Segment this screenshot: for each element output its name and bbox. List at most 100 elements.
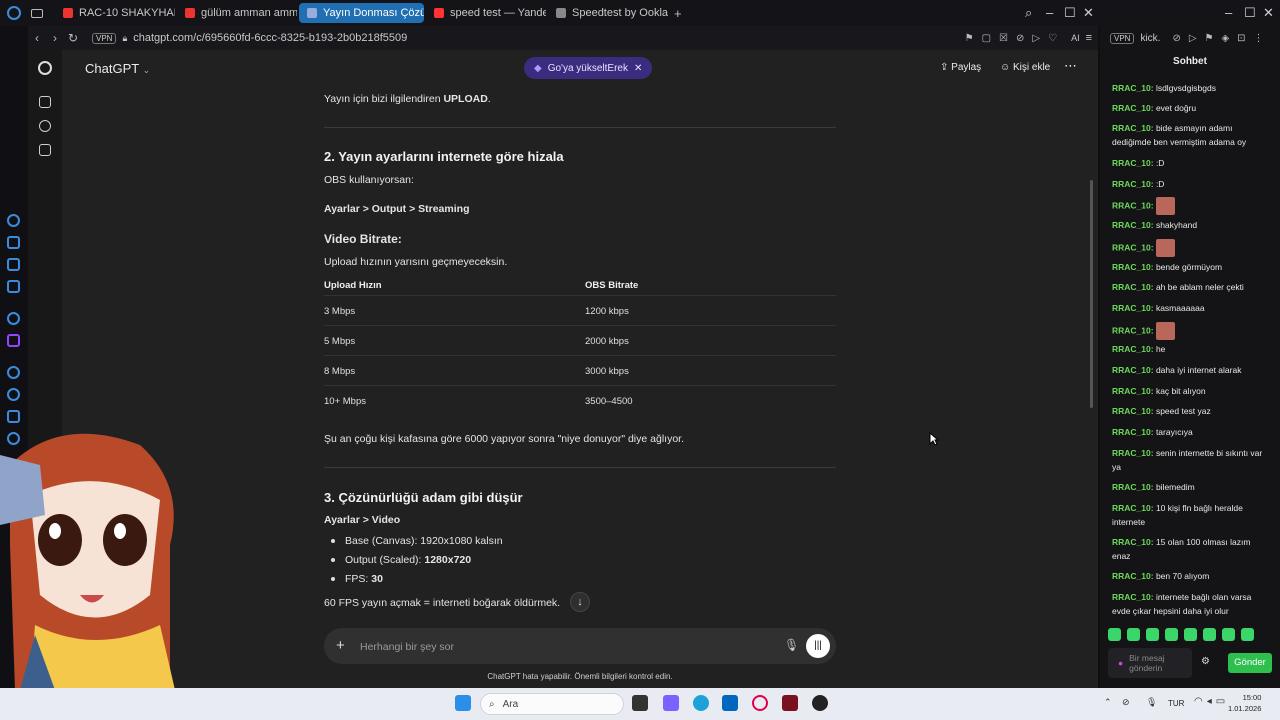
edge-icon[interactable] <box>693 695 709 711</box>
browser-tab[interactable]: speed test — Yandex: 204 <box>426 3 546 23</box>
maximize-icon[interactable]: ☐ <box>1064 5 1076 21</box>
windows-start-icon[interactable] <box>455 695 471 711</box>
emote-icon[interactable] <box>1165 628 1178 641</box>
chat-username[interactable]: RRAC_10: <box>1112 83 1154 93</box>
chat-username[interactable]: RRAC_10: <box>1112 200 1154 210</box>
panel-close-icon[interactable]: ✕ <box>1263 5 1274 21</box>
chat-username[interactable]: RRAC_10: <box>1112 406 1154 416</box>
chatgpt-sidebar-icon[interactable] <box>7 312 20 325</box>
vpn-badge[interactable]: VPN <box>92 32 117 44</box>
chat-username[interactable]: RRAC_10: <box>1112 303 1154 313</box>
mic-tray-icon[interactable]: 🎙︎ <box>1146 697 1157 708</box>
clock[interactable]: 15:00 1.01.2026 <box>1228 692 1261 714</box>
toolbar-icons[interactable]: ⚑▢☒⊘▷♡ <box>965 33 1065 44</box>
chat-username[interactable]: RRAC_10: <box>1112 592 1154 602</box>
chat-username[interactable]: RRAC_10: <box>1112 386 1154 396</box>
share-button[interactable]: ⇪ Paylaş <box>940 62 981 73</box>
emote-icon[interactable] <box>1108 628 1121 641</box>
chat-username[interactable]: RRAC_10: <box>1112 482 1154 492</box>
chat-username[interactable]: RRAC_10: <box>1112 123 1154 133</box>
mic-icon[interactable]: ● <box>1118 658 1123 668</box>
chat-username[interactable]: RRAC_10: <box>1112 325 1154 335</box>
prompt-input[interactable]: Herhangi bir şey sor <box>360 641 454 653</box>
search-icon[interactable] <box>39 120 51 132</box>
extension-icon[interactable] <box>7 236 20 249</box>
scroll-down-button[interactable]: ↓ <box>570 592 590 612</box>
new-tab-button[interactable]: + <box>674 6 682 21</box>
chat-username[interactable]: RRAC_10: <box>1112 537 1154 547</box>
opera-logo-icon[interactable] <box>7 6 21 20</box>
panel-minimize-icon[interactable]: – <box>1225 5 1232 20</box>
chat-username[interactable]: RRAC_10: <box>1112 344 1154 354</box>
pinboard-icon[interactable] <box>7 258 20 271</box>
upgrade-pill[interactable]: ◆ Go'ya yükseltErek ✕ <box>524 57 653 79</box>
new-chat-icon[interactable] <box>39 96 51 108</box>
send-button[interactable]: Gönder <box>1228 653 1272 673</box>
chat-username[interactable]: RRAC_10: <box>1112 158 1154 168</box>
browser-tab[interactable]: Yayın Donması Çözümü <box>299 3 424 23</box>
opera-gx-taskbar-icon[interactable] <box>752 695 768 711</box>
chat-username[interactable]: RRAC_10: <box>1112 242 1154 252</box>
voice-mode-icon[interactable]: ||| <box>806 634 830 658</box>
network-icon[interactable]: ⊘ <box>1122 697 1130 708</box>
ai-button[interactable]: AI <box>1071 33 1080 43</box>
emote-icon[interactable] <box>1127 628 1140 641</box>
app-icon[interactable] <box>812 695 828 711</box>
emote-icon[interactable] <box>1222 628 1235 641</box>
url-text[interactable]: chatgpt.com/c/695660fd-6ccc-8325-b193-2b… <box>133 32 407 44</box>
emote-icon[interactable] <box>1203 628 1216 641</box>
panel-toolbar-icons[interactable]: ⊘▷⚑◈⊡⋮ <box>1172 33 1271 44</box>
chat-username[interactable]: RRAC_10: <box>1112 503 1154 513</box>
tray-chevron-icon[interactable]: ⌃ <box>1104 697 1112 708</box>
openai-logo-icon[interactable] <box>38 61 52 75</box>
emote-icon[interactable] <box>1184 628 1197 641</box>
chat-username[interactable]: RRAC_10: <box>1112 179 1154 189</box>
emote-icon[interactable] <box>1241 628 1254 641</box>
forward-icon[interactable]: › <box>46 31 64 45</box>
taskbar-search[interactable]: ⌕ Ara <box>480 693 624 715</box>
chat-username[interactable]: RRAC_10: <box>1112 103 1154 113</box>
task-view-icon[interactable] <box>632 695 648 711</box>
model-selector[interactable]: ChatGPT ⌄ <box>85 61 150 76</box>
twitch-icon[interactable] <box>7 334 20 347</box>
chat-username[interactable]: RRAC_10: <box>1112 571 1154 581</box>
reload-icon[interactable]: ↻ <box>64 31 82 45</box>
store-icon[interactable] <box>722 695 738 711</box>
close-icon[interactable]: ✕ <box>634 63 642 74</box>
attach-plus-icon[interactable]: + <box>336 637 345 654</box>
messenger-icon[interactable] <box>7 280 20 293</box>
workspaces-icon[interactable] <box>31 8 43 18</box>
chat-settings-icon[interactable]: ⚙ <box>1201 656 1210 667</box>
back-icon[interactable]: ‹ <box>28 31 46 45</box>
keyboard-language[interactable]: TUR <box>1168 699 1184 708</box>
chat-username[interactable]: RRAC_10: <box>1112 448 1154 458</box>
chat-username[interactable]: RRAC_10: <box>1112 262 1154 272</box>
library-icon[interactable] <box>39 144 51 156</box>
valorant-icon[interactable] <box>782 695 798 711</box>
chat-username[interactable]: RRAC_10: <box>1112 365 1154 375</box>
add-people-button[interactable]: ☺ Kişi ekle <box>1000 62 1050 73</box>
copilot-icon[interactable] <box>663 695 679 711</box>
more-options-button[interactable]: ⋯ <box>1064 58 1077 74</box>
minimize-icon[interactable]: – <box>1046 5 1053 20</box>
aria-icon[interactable] <box>7 214 20 227</box>
scrollbar-thumb[interactable] <box>1090 180 1093 408</box>
panel-maximize-icon[interactable]: ☐ <box>1244 5 1256 21</box>
player-icon[interactable] <box>7 366 20 379</box>
chat-username[interactable]: RRAC_10: <box>1112 282 1154 292</box>
browser-tab[interactable]: gülüm amman amman <box>177 3 297 23</box>
chat-username[interactable]: RRAC_10: <box>1112 427 1154 437</box>
microphone-icon[interactable]: 🎙︎ <box>784 638 799 652</box>
vpn-badge[interactable]: VPN <box>1110 32 1135 44</box>
browser-tab[interactable]: RAC-10 SHAKYHAND DER <box>55 3 175 23</box>
wifi-volume-battery-icons[interactable]: ◠◂▭ <box>1194 696 1229 707</box>
search-tabs-icon[interactable]: ⌕ <box>1025 5 1032 21</box>
chat-username[interactable]: RRAC_10: <box>1112 220 1154 230</box>
menu-icon[interactable]: ≡ <box>1086 32 1092 44</box>
browser-tab[interactable]: Speedtest by Ookla - The <box>548 3 668 23</box>
emote-icon[interactable] <box>1146 628 1159 641</box>
extensions-icon[interactable] <box>7 410 20 423</box>
close-icon[interactable]: ✕ <box>1083 5 1094 21</box>
history-icon[interactable] <box>7 388 20 401</box>
chat-message-input[interactable]: ● Bir mesaj gönderin <box>1108 648 1192 678</box>
